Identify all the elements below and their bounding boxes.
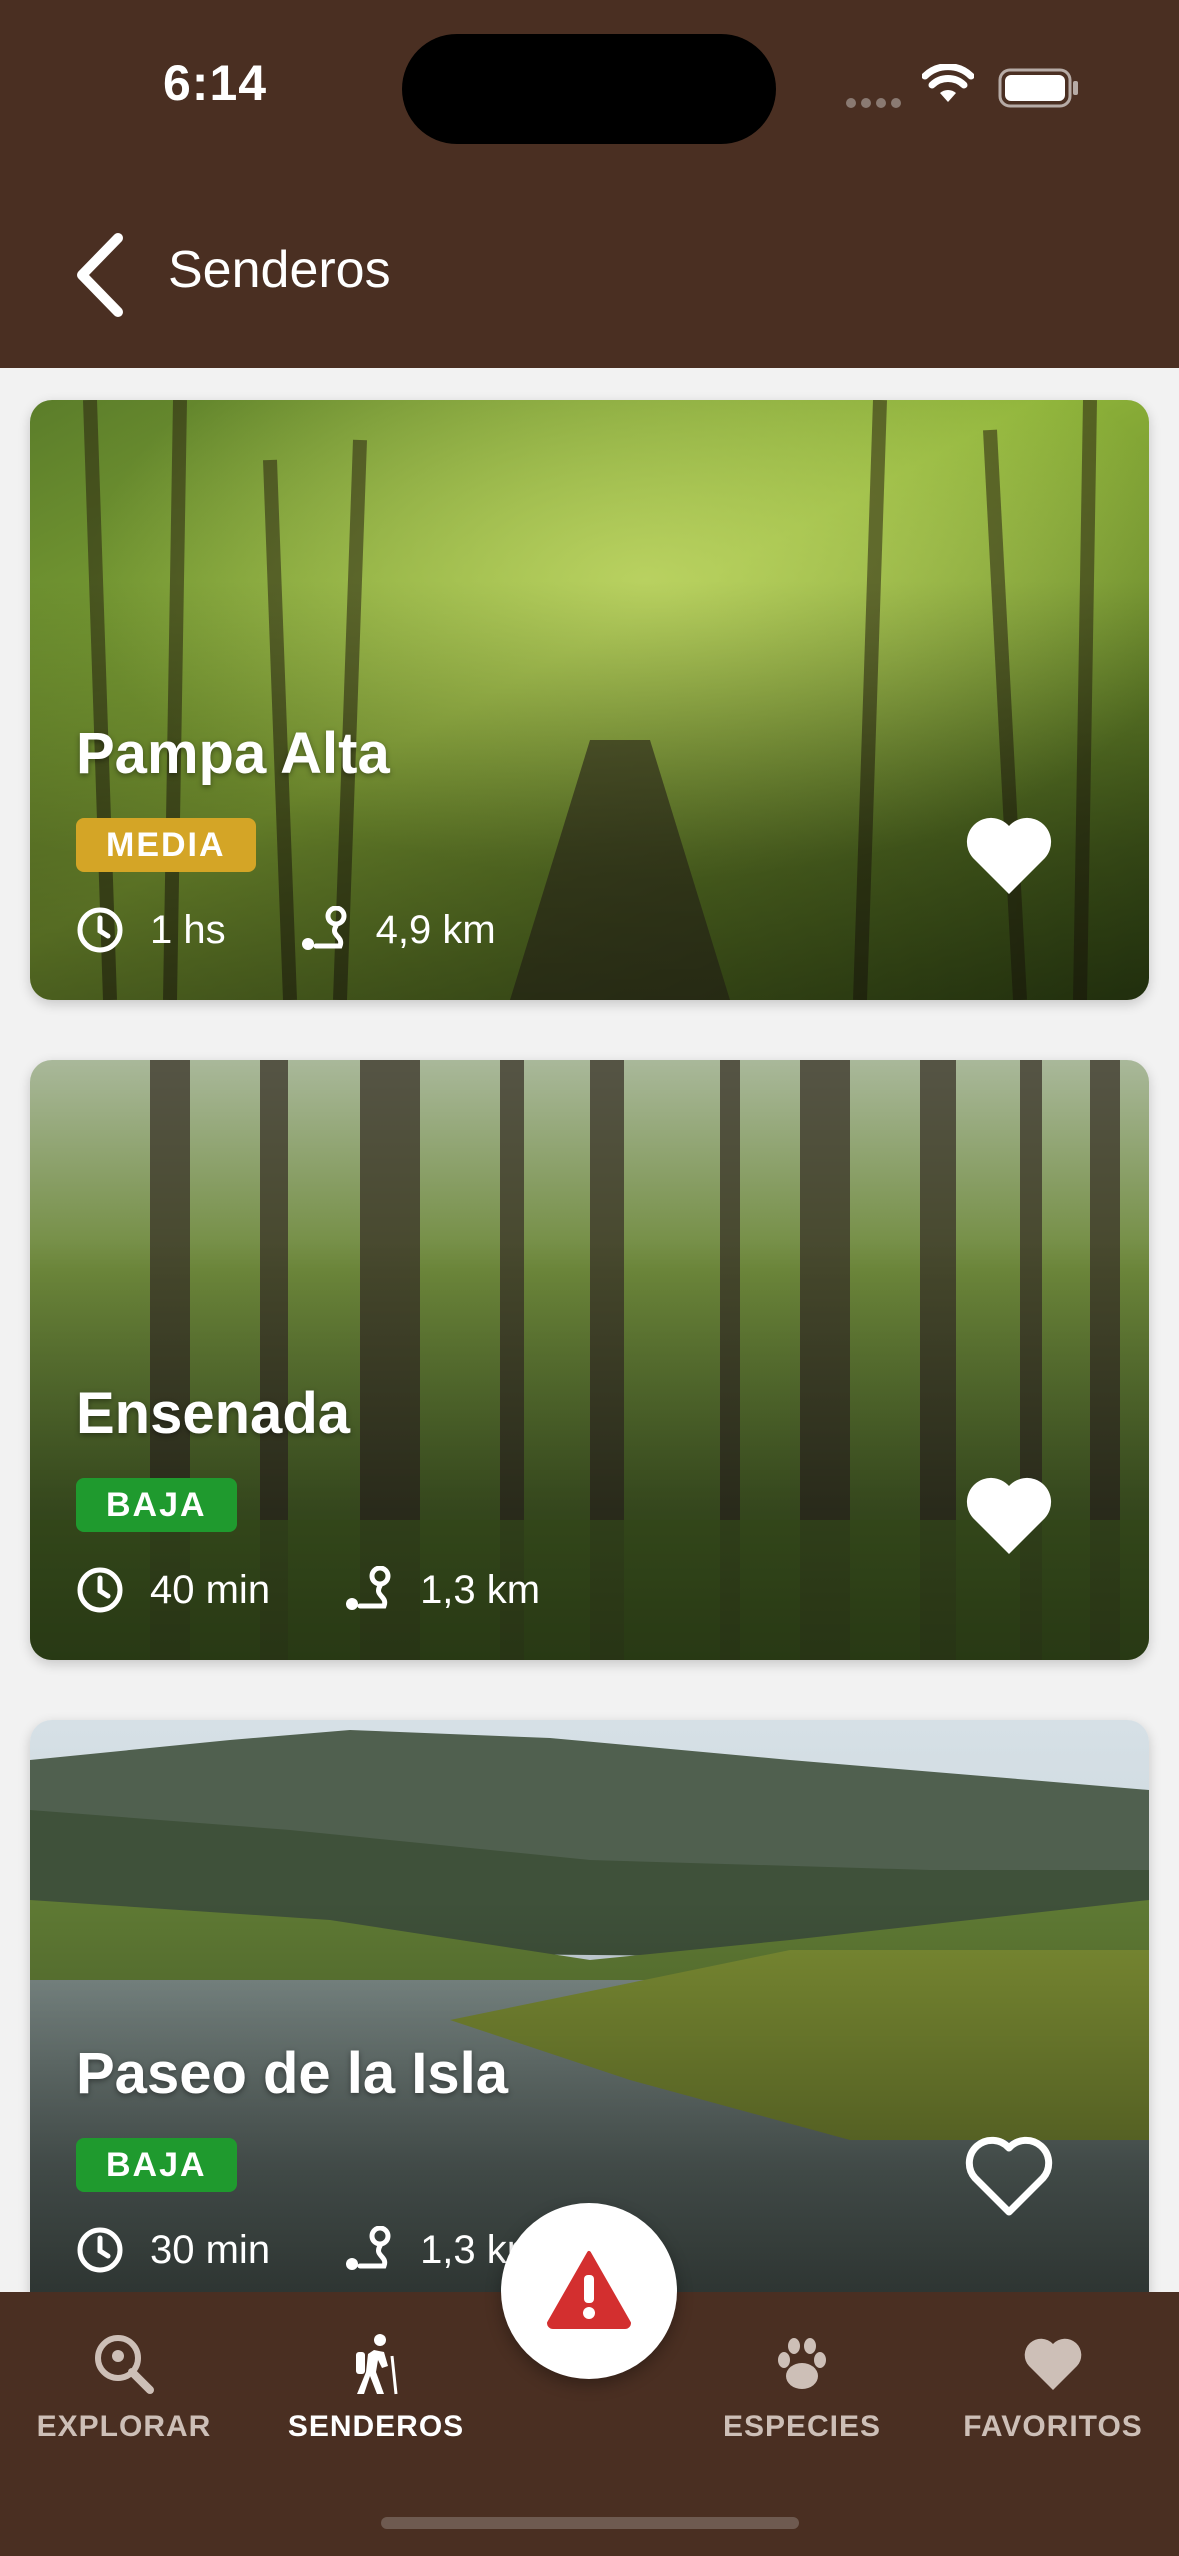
trail-card-ensenada[interactable]: Ensenada BAJA 40 min 1,3 km — [30, 1060, 1149, 1660]
nav-item-favoritos[interactable]: FAVORITOS — [943, 2332, 1163, 2444]
clock-icon — [77, 907, 123, 953]
trail-meta: 40 min 1,3 km — [76, 1564, 540, 1616]
paw-icon — [778, 2338, 826, 2389]
favorite-heart-icon[interactable] — [961, 808, 1057, 904]
cellular-signal-icon — [846, 95, 906, 113]
search-pin-icon — [95, 2335, 154, 2394]
heart-icon — [1024, 2338, 1082, 2390]
app-header: 6:14 Senderos — [0, 0, 1179, 368]
page-title: Senderos — [168, 241, 391, 299]
trail-duration: 30 min — [150, 2227, 271, 2272]
difficulty-badge: BAJA — [76, 2138, 237, 2192]
clock-icon — [77, 2227, 123, 2273]
dynamic-island — [402, 34, 776, 144]
nav-item-senderos[interactable]: SENDEROS — [266, 2332, 486, 2444]
warning-icon — [547, 2251, 631, 2329]
battery-icon — [998, 68, 1078, 108]
trail-card-pampa-alta[interactable]: Pampa Alta MEDIA 1 hs 4,9 km — [30, 400, 1149, 1000]
favorite-heart-outline-icon[interactable] — [961, 2128, 1057, 2224]
nav-label: SENDEROS — [287, 2410, 465, 2443]
difficulty-badge: MEDIA — [76, 818, 256, 872]
difficulty-badge: BAJA — [76, 1478, 237, 1532]
clock-icon — [77, 1567, 123, 1613]
trail-duration: 1 hs — [150, 907, 226, 952]
nav-item-especies[interactable]: ESPECIES — [692, 2332, 912, 2444]
trail-duration: 40 min — [150, 1567, 271, 1612]
wifi-icon — [922, 64, 974, 102]
trail-distance: 4,9 km — [375, 907, 496, 952]
favorite-heart-icon[interactable] — [961, 1468, 1057, 1564]
trail-name: Paseo de la Isla — [76, 2041, 509, 2106]
back-button[interactable] — [70, 230, 130, 320]
nav-item-explorar[interactable]: EXPLORAR — [14, 2332, 234, 2444]
route-icon — [301, 906, 347, 950]
trail-name: Pampa Alta — [76, 721, 390, 786]
nav-label: EXPLORAR — [36, 2410, 212, 2443]
trail-name: Ensenada — [76, 1381, 350, 1446]
route-icon — [346, 2226, 391, 2270]
route-icon — [346, 1566, 391, 1610]
trail-distance: 1,3 km — [420, 1567, 541, 1612]
hiker-icon — [356, 2334, 398, 2395]
trail-meta: 30 min 1,3 km — [76, 2224, 540, 2276]
home-indicator — [381, 2517, 799, 2529]
status-time: 6:14 — [163, 55, 268, 111]
nav-label: FAVORITOS — [963, 2410, 1143, 2443]
trail-meta: 1 hs 4,9 km — [76, 904, 496, 956]
alert-fab-button[interactable] — [501, 2203, 677, 2379]
nav-label: ESPECIES — [722, 2410, 882, 2443]
